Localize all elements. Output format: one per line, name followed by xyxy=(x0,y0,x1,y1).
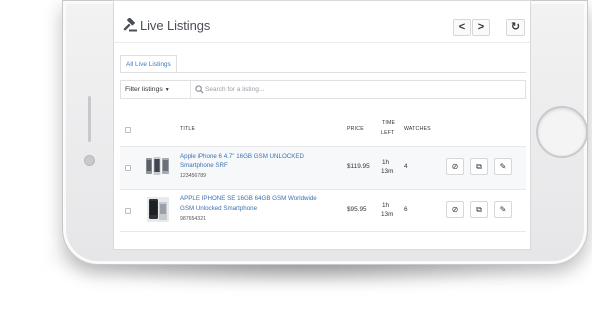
page-title: Live Listings xyxy=(140,18,211,33)
filter-listings-dropdown[interactable]: Filter listings ▼ xyxy=(125,81,170,98)
end-listing-button[interactable]: ⊘ xyxy=(446,158,464,175)
column-header-price[interactable]: PRICE xyxy=(347,126,364,132)
listing-sku: 123456789 xyxy=(180,173,206,179)
gavel-icon xyxy=(123,18,137,32)
next-button[interactable]: > xyxy=(472,19,490,36)
ban-icon: ⊘ xyxy=(451,162,459,171)
select-all-checkbox[interactable] xyxy=(125,127,131,133)
duplicate-listing-button[interactable]: ⧉ xyxy=(470,158,488,175)
pencil-icon: ✎ xyxy=(499,162,507,171)
listing-price: $119.95 xyxy=(347,163,370,170)
tab-all-live-listings[interactable]: All Live Listings xyxy=(120,55,177,73)
edit-listing-button[interactable]: ✎ xyxy=(494,201,512,218)
listing-time-left-minutes: 13m xyxy=(381,211,394,218)
listing-sku: 987654321 xyxy=(180,216,206,222)
pencil-icon: ✎ xyxy=(499,205,507,214)
refresh-button[interactable]: ↻ xyxy=(506,19,525,36)
listing-title-line1[interactable]: Apple iPhone 6 4.7" 16GB GSM UNLOCKED xyxy=(180,153,304,162)
duplicate-listing-button[interactable]: ⧉ xyxy=(470,201,488,218)
search-input[interactable] xyxy=(205,82,515,97)
listing-watches: 4 xyxy=(404,163,408,170)
column-header-title[interactable]: TITLE xyxy=(180,126,195,132)
listing-time-left-hours: 1h xyxy=(382,202,390,209)
phone-speaker-slot xyxy=(88,96,91,142)
listing-title-line1[interactable]: APPLE IPHONE SE 16GB 64GB GSM Worldwide xyxy=(180,195,317,204)
caret-down-icon: ▼ xyxy=(164,87,170,93)
listing-title-line2[interactable]: Smartphone SRF xyxy=(180,162,228,171)
column-header-time-left-line1[interactable]: TIME xyxy=(382,120,395,126)
listing-time-left-hours: 1h xyxy=(382,159,390,166)
row-checkbox[interactable] xyxy=(125,165,131,171)
listing-price: $95.95 xyxy=(347,206,367,213)
filter-label: Filter listings xyxy=(125,86,163,93)
product-thumbnail xyxy=(146,157,169,175)
listing-time-left-minutes: 13m xyxy=(381,168,394,175)
tab-divider xyxy=(120,72,526,73)
column-header-time-left-line2[interactable]: LEFT xyxy=(381,130,394,136)
column-header-watches[interactable]: WATCHES xyxy=(404,126,431,132)
listing-title-line2[interactable]: GSM Unlocked Smartphone xyxy=(180,205,257,214)
row-divider xyxy=(120,231,526,232)
end-listing-button[interactable]: ⊘ xyxy=(446,201,464,218)
copy-icon: ⧉ xyxy=(476,162,482,171)
copy-icon: ⧉ xyxy=(476,205,482,214)
search-icon xyxy=(195,85,204,94)
filter-separator xyxy=(190,81,191,98)
row-divider xyxy=(120,189,526,190)
listing-watches: 6 xyxy=(404,206,408,213)
ban-icon: ⊘ xyxy=(451,205,459,214)
row-checkbox[interactable] xyxy=(125,208,131,214)
edit-listing-button[interactable]: ✎ xyxy=(494,158,512,175)
page-header: Live Listings < > ↻ xyxy=(114,1,530,43)
previous-button[interactable]: < xyxy=(453,19,471,36)
app-screen: Live Listings < > ↻ All Live Listings Fi… xyxy=(113,0,531,250)
filter-bar: Filter listings ▼ xyxy=(120,80,526,99)
product-thumbnail xyxy=(147,197,169,222)
home-button[interactable] xyxy=(536,106,588,158)
phone-camera-dot xyxy=(84,155,95,166)
